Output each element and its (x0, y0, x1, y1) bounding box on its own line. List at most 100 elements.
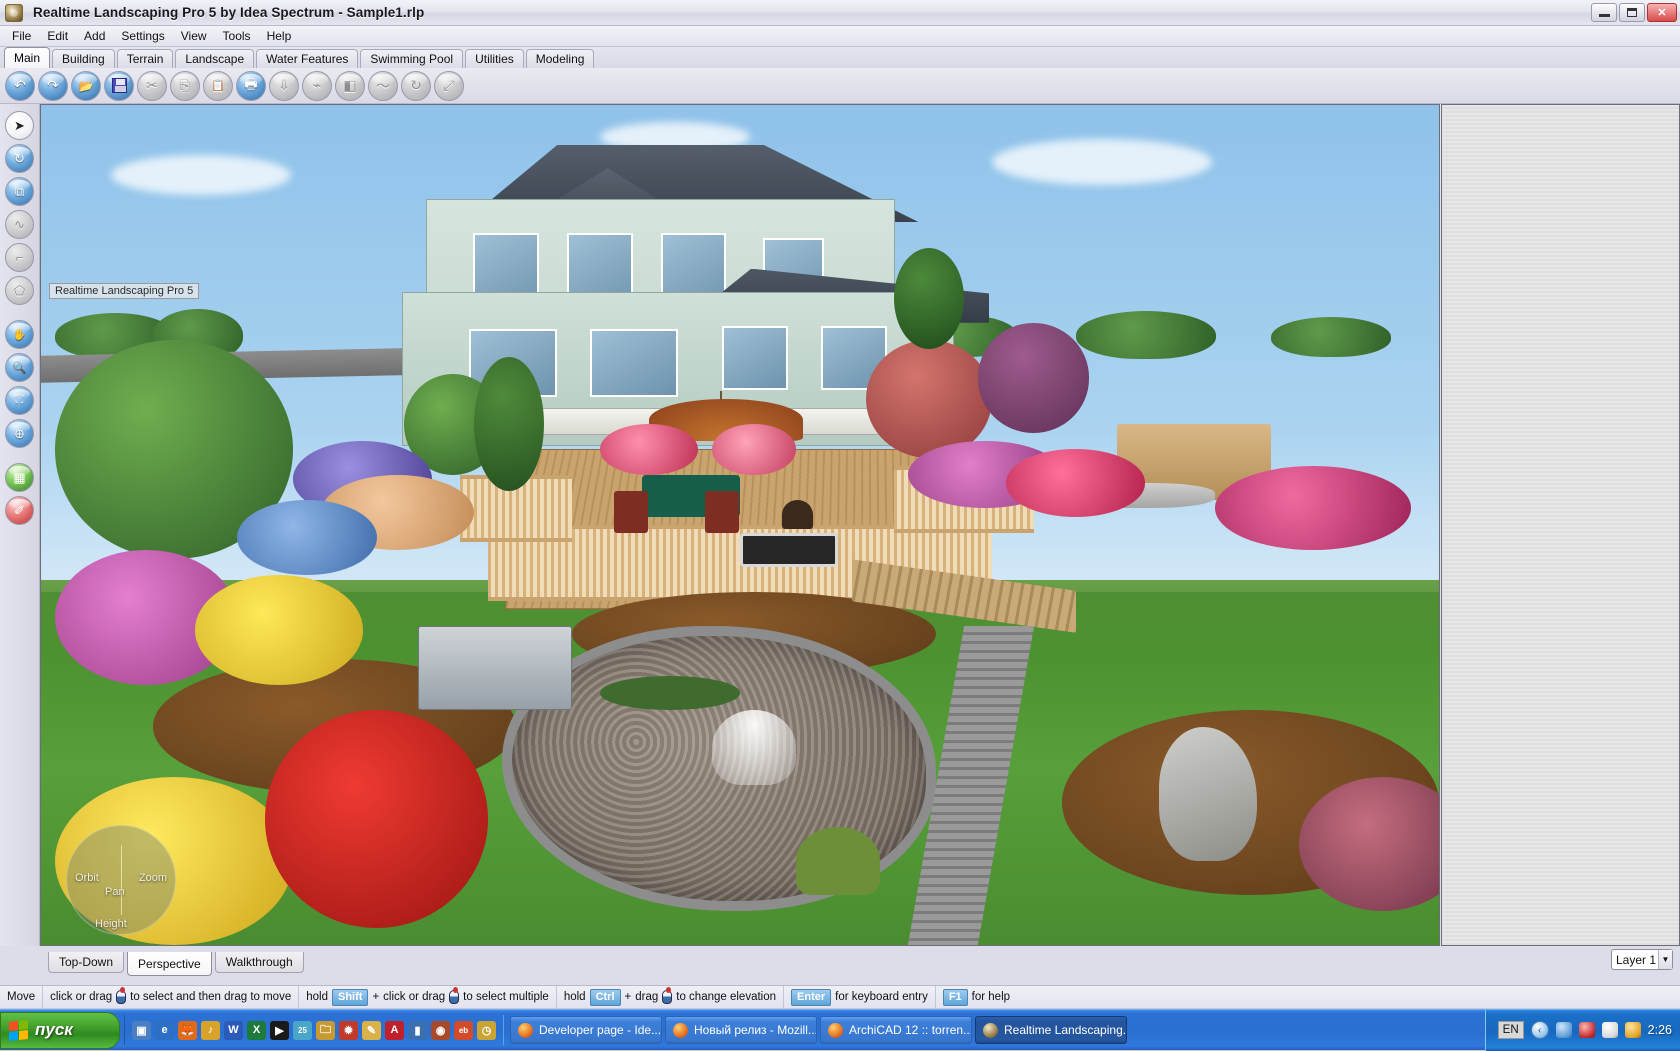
eyedropper-icon[interactable]: ✐ (5, 496, 34, 525)
flower-bed[interactable] (194, 575, 363, 685)
ebay-icon[interactable]: eb (454, 1020, 473, 1040)
usb-drive-icon[interactable]: ▮ (408, 1020, 427, 1040)
calendar-icon[interactable]: 25 (293, 1020, 312, 1040)
flower-bed[interactable] (1215, 466, 1412, 551)
nav-height-label[interactable]: Height (95, 918, 127, 930)
tab-landscape[interactable]: Landscape (175, 49, 255, 68)
tab-top-down[interactable]: Top-Down (48, 952, 125, 973)
mirror-icon[interactable]: ◧ (335, 70, 365, 101)
notes-icon[interactable]: ✎ (362, 1020, 381, 1040)
layer-selector[interactable]: Layer 1 ▼ (1611, 949, 1673, 970)
draw-region-icon[interactable]: ⬠ (5, 276, 34, 305)
menu-file[interactable]: File (4, 27, 39, 45)
tab-main[interactable]: Main (4, 47, 51, 68)
undo-icon[interactable]: ↶ (5, 70, 35, 101)
maximize-button[interactable] (1619, 3, 1645, 22)
purple-leaf-tree[interactable] (977, 323, 1090, 433)
aquatic-plants[interactable] (600, 676, 740, 710)
resize-object-icon[interactable]: ⧉ (5, 177, 34, 206)
menu-settings[interactable]: Settings (113, 27, 172, 45)
evergreen-tree[interactable] (893, 247, 964, 349)
tab-water-features[interactable]: Water Features (256, 49, 359, 68)
tab-terrain[interactable]: Terrain (116, 49, 174, 68)
rotate-object-icon[interactable]: ↻ (5, 144, 34, 173)
right-properties-panel[interactable] (1441, 104, 1680, 946)
flower-bed[interactable] (600, 424, 699, 475)
chevron-left-icon[interactable]: ‹ (1530, 1021, 1549, 1039)
flower-bed[interactable] (264, 709, 489, 929)
network-icon[interactable] (1555, 1022, 1572, 1038)
flower-bed[interactable] (236, 499, 377, 576)
internet-explorer-icon[interactable]: e (155, 1020, 174, 1040)
nero-icon[interactable]: ◉ (431, 1020, 450, 1040)
tab-swimming-pool[interactable]: Swimming Pool (360, 49, 464, 68)
tab-modeling[interactable]: Modeling (525, 49, 595, 68)
zoom-magnifier-icon[interactable]: 🔍 (5, 353, 34, 382)
menu-view[interactable]: View (173, 27, 215, 45)
maple-icon[interactable]: ✹ (339, 1020, 358, 1040)
conifer-tree[interactable] (474, 357, 545, 492)
tab-perspective[interactable]: Perspective (127, 952, 212, 976)
draw-curve-icon[interactable]: ∿ (5, 210, 34, 239)
patio-chair[interactable] (705, 491, 739, 534)
volume-icon[interactable] (1601, 1022, 1618, 1038)
save-icon[interactable] (104, 70, 134, 101)
clock-tool-icon[interactable]: ◷ (477, 1020, 496, 1040)
fountain-spray[interactable] (712, 709, 796, 786)
ornamental-grass[interactable] (795, 827, 880, 895)
pan-hand-icon[interactable]: ✋ (5, 320, 34, 349)
menu-help[interactable]: Help (259, 27, 300, 45)
excel-icon[interactable]: X (247, 1020, 266, 1040)
tab-walkthrough[interactable]: Walkthrough (214, 952, 304, 973)
nav-pan-label[interactable]: Pan (105, 886, 125, 898)
explorer-folder-icon[interactable]: 🗀 (316, 1020, 335, 1040)
zoom-window-icon[interactable]: ⛶ (5, 386, 34, 415)
menu-edit[interactable]: Edit (39, 27, 76, 45)
select-arrow-icon[interactable]: ➤ (5, 111, 34, 140)
outdoor-sofa[interactable] (740, 533, 838, 567)
orbit-globe-icon[interactable]: 🜨 (5, 419, 34, 448)
place-object-icon[interactable]: ⇩ (269, 70, 299, 101)
winamp-icon[interactable]: ▶ (270, 1020, 289, 1040)
japanese-maple[interactable] (865, 340, 992, 458)
close-button[interactable]: ✕ (1647, 3, 1677, 22)
redo-icon[interactable]: ↷ (38, 70, 68, 101)
media-player-icon[interactable]: ♪ (201, 1020, 220, 1040)
tab-utilities[interactable]: Utilities (465, 49, 524, 68)
taskbar-item-developer-page[interactable]: Developer page - Ide... (510, 1016, 662, 1044)
menu-tools[interactable]: Tools (215, 27, 259, 45)
chevron-down-icon[interactable]: ▼ (1658, 950, 1672, 969)
scale-icon[interactable]: ⤢ (434, 70, 464, 101)
tab-building[interactable]: Building (52, 49, 115, 68)
3d-design-viewport[interactable]: Realtime Landscaping Pro 5 Orbit Zoom Pa… (40, 104, 1440, 946)
update-icon[interactable] (1624, 1022, 1641, 1038)
planter-urn[interactable] (781, 499, 813, 530)
word-icon[interactable]: W (224, 1020, 243, 1040)
minimize-button[interactable] (1591, 3, 1617, 22)
taskbar-clock[interactable]: 2:26 (1648, 1023, 1672, 1037)
nav-zoom-label[interactable]: Zoom (139, 872, 167, 884)
copy-icon[interactable]: ⎘ (170, 70, 200, 101)
terrain-grid-icon[interactable]: ▦ (5, 463, 34, 492)
firefox-icon[interactable]: 🦊 (178, 1020, 197, 1040)
garden-bench[interactable] (418, 625, 573, 710)
taskbar-item-realtime-landscaping[interactable]: Realtime Landscaping... (975, 1016, 1127, 1044)
antivirus-icon[interactable] (1578, 1022, 1595, 1038)
open-folder-icon[interactable]: 📂 (71, 70, 101, 101)
flatten-icon[interactable]: ⌁ (302, 70, 332, 101)
acrobat-icon[interactable]: A (385, 1020, 404, 1040)
flower-bed[interactable] (1005, 449, 1146, 517)
draw-line-icon[interactable]: ⌐ (5, 243, 34, 272)
menu-add[interactable]: Add (76, 27, 113, 45)
taskbar-item-novyi-reliz[interactable]: Новый релиз - Mozill... (665, 1016, 817, 1044)
taskbar-item-archicad[interactable]: ArchiCAD 12 :: torren... (820, 1016, 972, 1044)
navigation-compass-widget[interactable]: Orbit Zoom Pan Height (66, 825, 176, 935)
show-desktop-icon[interactable]: ▣ (132, 1020, 151, 1040)
rotate-icon[interactable]: ↻ (401, 70, 431, 101)
language-indicator[interactable]: EN (1497, 1021, 1524, 1039)
cut-icon[interactable]: ✂ (137, 70, 167, 101)
paste-icon[interactable]: 📋 (203, 70, 233, 101)
patio-chair[interactable] (614, 491, 648, 534)
flower-bed[interactable] (712, 424, 796, 475)
smooth-icon[interactable]: 〜 (368, 70, 398, 101)
